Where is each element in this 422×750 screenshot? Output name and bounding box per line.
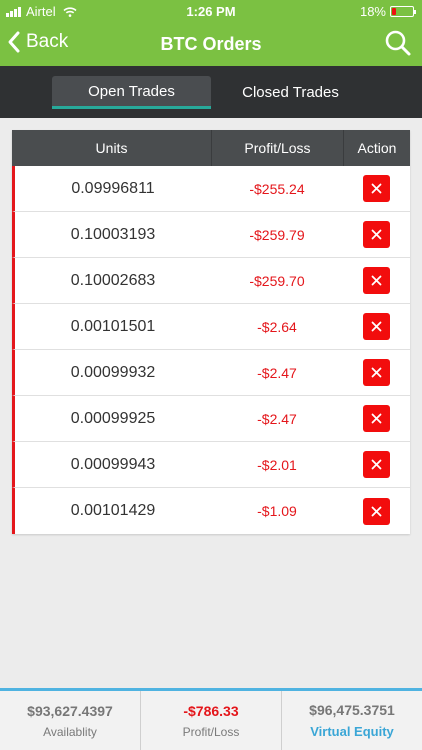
status-time: 1:26 PM (186, 4, 236, 19)
table-row: 0.09996811 -$255.24 (12, 166, 410, 212)
table-header: Units Profit/Loss Action (12, 130, 410, 166)
table-row: 0.00099932 -$2.47 (12, 350, 410, 396)
close-icon (371, 459, 382, 470)
units-cell: 0.00099925 (70, 409, 156, 427)
profit-loss-value: -$786.33 (183, 702, 239, 719)
units-cell: 0.00101501 (70, 317, 156, 335)
action-cell (343, 442, 410, 487)
action-cell (343, 166, 410, 211)
units-cell: 0.10003193 (70, 225, 156, 243)
action-cell (343, 212, 410, 257)
units-cell: 0.00101429 (70, 502, 156, 519)
profit-loss-cell: -$2.64 (257, 318, 297, 335)
action-cell (343, 396, 410, 441)
equity-summary[interactable]: $96,475.3751 Virtual Equity (281, 691, 422, 750)
top-bar: Airtel 1:26 PM 18% Back BTC Orders (0, 0, 422, 66)
action-cell (343, 258, 410, 303)
profit-loss-cell: -$2.47 (257, 410, 297, 427)
close-icon (371, 183, 382, 194)
profit-loss-cell: -$255.24 (249, 180, 305, 197)
status-right: 18% (359, 4, 416, 19)
availability-label: Availablity (43, 724, 97, 739)
search-icon[interactable] (384, 29, 412, 57)
equity-label[interactable]: Virtual Equity (310, 724, 394, 739)
close-trade-button[interactable] (363, 313, 390, 340)
close-icon (371, 413, 382, 424)
header-profit-loss: Profit/Loss (211, 130, 343, 166)
table-row: 0.00101501 -$2.64 (12, 304, 410, 350)
action-cell (343, 488, 410, 534)
table-row: 0.00099943 -$2.01 (12, 442, 410, 488)
account-summary: $93,627.4397 Availablity -$786.33 Profit… (0, 688, 422, 750)
close-icon (371, 321, 382, 332)
action-cell (343, 304, 410, 349)
table-body: 0.09996811 -$255.24 0.10003193 -$259.79 0.10… (12, 166, 410, 534)
close-trade-button[interactable] (363, 451, 390, 478)
units-cell: 0.09996811 (71, 179, 155, 197)
close-trade-button[interactable] (363, 359, 390, 386)
header-action: Action (343, 130, 410, 166)
tab-open-trades[interactable]: Open Trades (52, 76, 211, 109)
status-bar: Airtel 1:26 PM 18% (0, 0, 422, 22)
units-cell: 0.00099932 (70, 363, 156, 381)
profit-loss-cell: -$1.09 (257, 503, 297, 519)
profit-loss-cell: -$259.70 (249, 272, 305, 289)
close-icon (371, 506, 382, 516)
availability-value: $93,627.4397 (27, 702, 113, 719)
close-trade-button[interactable] (363, 497, 390, 525)
units-cell: 0.00099943 (70, 455, 156, 473)
close-trade-button[interactable] (363, 405, 390, 432)
availability-summary: $93,627.4397 Availablity (0, 691, 140, 750)
table-row: 0.10003193 -$259.79 (12, 212, 410, 258)
equity-value: $96,475.3751 (309, 702, 395, 718)
battery-percent: 18% (359, 4, 386, 19)
close-icon (371, 367, 382, 378)
action-cell (343, 350, 410, 395)
table-row: 0.10002683 -$259.70 (12, 258, 410, 304)
profit-loss-summary: -$786.33 Profit/Loss (140, 691, 281, 750)
close-trade-button[interactable] (363, 267, 390, 294)
nav-bar: Back BTC Orders (0, 22, 422, 66)
table-row: 0.00099925 -$2.47 (12, 396, 410, 442)
battery-icon (390, 6, 416, 17)
header-units: Units (95, 140, 128, 156)
orders-table: Units Profit/Loss Action 0.09996811 -$255… (12, 130, 410, 534)
table-row: 0.00101429 -$1.09 (12, 488, 410, 534)
profit-loss-label: Profit/Loss (182, 724, 240, 739)
close-trade-button[interactable] (363, 175, 390, 202)
profit-loss-cell: -$2.01 (257, 456, 297, 473)
close-icon (371, 229, 382, 240)
profit-loss-cell: -$259.79 (249, 226, 305, 243)
battery-fill (392, 8, 396, 15)
units-cell: 0.10002683 (70, 271, 156, 289)
close-trade-button[interactable] (363, 221, 390, 248)
close-icon (371, 275, 382, 286)
trade-tabs: Open Trades Closed Trades (0, 66, 422, 118)
tab-closed-trades[interactable]: Closed Trades (211, 76, 370, 109)
page-title: BTC Orders (160, 34, 262, 54)
profit-loss-cell: -$2.47 (257, 364, 297, 381)
